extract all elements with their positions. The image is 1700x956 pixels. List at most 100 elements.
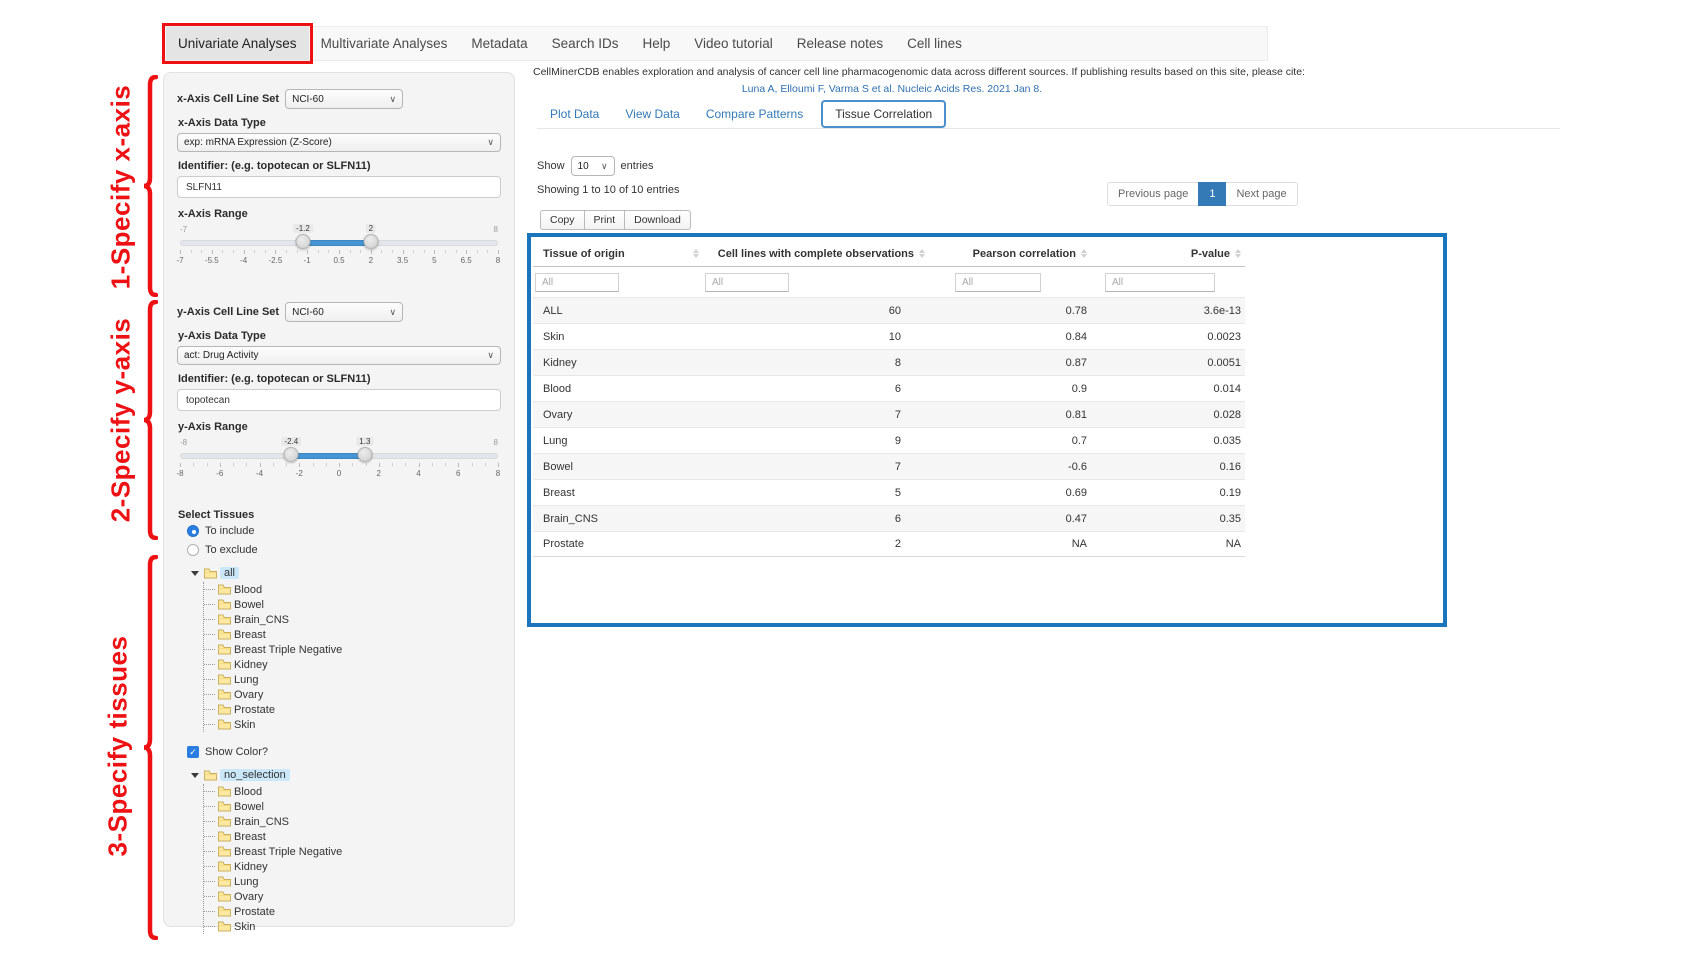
x-range-tick-label: 2 xyxy=(369,256,373,265)
page-1-button[interactable]: 1 xyxy=(1198,182,1226,206)
x-cell-line-set-select[interactable]: NCI-60 ∨ xyxy=(285,89,403,109)
column-header-p-value[interactable]: P-value xyxy=(1103,248,1245,260)
radio-selected-icon xyxy=(187,525,199,537)
tick-mark-minor xyxy=(477,250,478,253)
tree-connector xyxy=(204,806,215,807)
include-tree-item-lung[interactable]: Lung xyxy=(204,672,501,687)
nav-item-univariate-analyses[interactable]: Univariate Analyses xyxy=(166,27,309,60)
y-identifier-label: Identifier: (e.g. topotecan or SLFN11) xyxy=(178,373,501,385)
tab-view-data[interactable]: View Data xyxy=(612,103,692,125)
filter-input-cell-lines-with-complete-observations[interactable] xyxy=(705,273,789,292)
table-cell: 0.16 xyxy=(1103,461,1245,473)
tick-mark-minor xyxy=(326,463,327,466)
color-tree-item-bowel[interactable]: Bowel xyxy=(204,799,501,814)
tab-tissue-correlation[interactable]: Tissue Correlation xyxy=(821,100,946,128)
table-cell: 0.035 xyxy=(1103,435,1245,447)
include-tree-item-kidney[interactable]: Kidney xyxy=(204,657,501,672)
radio-to-include[interactable]: To include xyxy=(187,525,501,537)
tree-connector xyxy=(204,881,215,882)
citation-link[interactable]: Luna A, Elloumi F, Varma S et al. Nuclei… xyxy=(533,83,1251,95)
column-header-cell-lines-with-complete-observations[interactable]: Cell lines with complete observations xyxy=(703,248,953,260)
y-range-slider[interactable]: -88-2.41.3-8-6-4-202468 xyxy=(180,437,498,489)
nav-item-release-notes[interactable]: Release notes xyxy=(785,27,895,60)
y-data-type-value: act: Drug Activity xyxy=(184,350,258,361)
table-cell: 5 xyxy=(703,487,953,499)
y-range-handle-low[interactable] xyxy=(284,447,299,462)
color-tree-item-lung[interactable]: Lung xyxy=(204,874,501,889)
filter-input-tissue-of-origin[interactable] xyxy=(535,273,619,292)
include-tree-item-ovary[interactable]: Ovary xyxy=(204,687,501,702)
tick-mark-minor xyxy=(201,250,202,253)
color-tree-item-breast[interactable]: Breast xyxy=(204,829,501,844)
show-color-checkbox[interactable]: ✓ Show Color? xyxy=(187,746,501,758)
color-tree-item-blood[interactable]: Blood xyxy=(204,784,501,799)
tissue-include-tree: all BloodBowelBrain_CNSBreastBreast Tripl… xyxy=(191,565,501,732)
nav-item-multivariate-analyses[interactable]: Multivariate Analyses xyxy=(309,27,460,60)
color-tree-item-breast-triple-negative[interactable]: Breast Triple Negative xyxy=(204,844,501,859)
column-header-text: P-value xyxy=(1191,248,1230,260)
next-page-button[interactable]: Next page xyxy=(1225,182,1297,206)
nav-item-video-tutorial[interactable]: Video tutorial xyxy=(682,27,785,60)
tab-plot-data[interactable]: Plot Data xyxy=(537,103,612,125)
y-range-selected-range xyxy=(291,453,365,459)
filter-input-pearson-correlation[interactable] xyxy=(955,273,1041,292)
include-tree-item-breast[interactable]: Breast xyxy=(204,627,501,642)
table-cell: 6 xyxy=(703,513,953,525)
tree-connector xyxy=(204,694,215,695)
column-header-text: Pearson correlation xyxy=(973,248,1076,260)
color-tree-item-skin[interactable]: Skin xyxy=(204,919,501,934)
color-tree-item-brain-cns[interactable]: Brain_CNS xyxy=(204,814,501,829)
filter-input-p-value[interactable] xyxy=(1105,273,1215,292)
cellminercdb-page: 1-Specify x-axis 2-Specify y-axis 3-Spec… xyxy=(0,0,1700,956)
color-tree-root[interactable]: no_selection xyxy=(191,767,501,783)
y-data-type-select[interactable]: act: Drug Activity ∨ xyxy=(177,346,501,365)
include-tree-item-blood[interactable]: Blood xyxy=(204,582,501,597)
radio-to-exclude[interactable]: To exclude xyxy=(187,544,501,556)
x-identifier-input[interactable] xyxy=(177,176,501,198)
include-tree-root-label: all xyxy=(220,567,239,579)
x-data-type-select[interactable]: exp: mRNA Expression (Z-Score) ∨ xyxy=(177,133,501,152)
folder-icon xyxy=(218,801,231,812)
color-tree-item-prostate[interactable]: Prostate xyxy=(204,904,501,919)
nav-items: Univariate AnalysesMultivariate Analyses… xyxy=(164,27,1267,60)
page-size-select[interactable]: 10 ∨ xyxy=(571,156,615,176)
export-print-button[interactable]: Print xyxy=(584,210,626,230)
export-copy-button[interactable]: Copy xyxy=(540,210,585,230)
color-tree-children: BloodBowelBrain_CNSBreastBreast Triple N… xyxy=(203,784,501,934)
nav-item-help[interactable]: Help xyxy=(630,27,682,60)
include-tree-root[interactable]: all xyxy=(191,565,501,581)
table-row-skin: Skin100.840.0023 xyxy=(533,323,1245,349)
nav-item-cell-lines[interactable]: Cell lines xyxy=(895,27,974,60)
column-header-pearson-correlation[interactable]: Pearson correlation xyxy=(953,248,1103,260)
tick-mark xyxy=(260,463,261,467)
x-cell-line-set-label: x-Axis Cell Line Set xyxy=(177,93,279,105)
x-range-handle-low[interactable] xyxy=(295,234,310,249)
y-cell-line-set-select[interactable]: NCI-60 ∨ xyxy=(285,302,403,322)
y-identifier-input[interactable] xyxy=(177,389,501,411)
tick-mark xyxy=(403,250,404,254)
x-range-slider[interactable]: -78-1.22-7-5.5-4-2.5-10.523.556.58 xyxy=(180,224,498,276)
previous-page-button[interactable]: Previous page xyxy=(1107,182,1199,206)
tick-mark-minor xyxy=(254,250,255,253)
nav-item-metadata[interactable]: Metadata xyxy=(459,27,539,60)
include-tree-item-prostate[interactable]: Prostate xyxy=(204,702,501,717)
x-range-tick-label: 3.5 xyxy=(397,256,408,265)
include-tree-item-breast-triple-negative[interactable]: Breast Triple Negative xyxy=(204,642,501,657)
tab-compare-patterns[interactable]: Compare Patterns xyxy=(693,103,816,125)
y-range-handle-high[interactable] xyxy=(357,447,372,462)
tree-item-label: Prostate xyxy=(234,704,275,716)
y-range-tick-label: 2 xyxy=(377,469,381,478)
include-tree-item-skin[interactable]: Skin xyxy=(204,717,501,732)
nav-item-search-ids[interactable]: Search IDs xyxy=(540,27,631,60)
include-tree-item-bowel[interactable]: Bowel xyxy=(204,597,501,612)
tree-expand-icon[interactable] xyxy=(191,773,199,778)
tree-expand-icon[interactable] xyxy=(191,571,199,576)
x-range-handle-high[interactable] xyxy=(363,234,378,249)
color-tree-item-kidney[interactable]: Kidney xyxy=(204,859,501,874)
tick-mark-minor xyxy=(233,463,234,466)
include-tree-item-brain-cns[interactable]: Brain_CNS xyxy=(204,612,501,627)
export-download-button[interactable]: Download xyxy=(624,210,691,230)
x-range-selected-range xyxy=(303,240,371,246)
column-header-tissue-of-origin[interactable]: Tissue of origin xyxy=(533,248,703,260)
color-tree-item-ovary[interactable]: Ovary xyxy=(204,889,501,904)
